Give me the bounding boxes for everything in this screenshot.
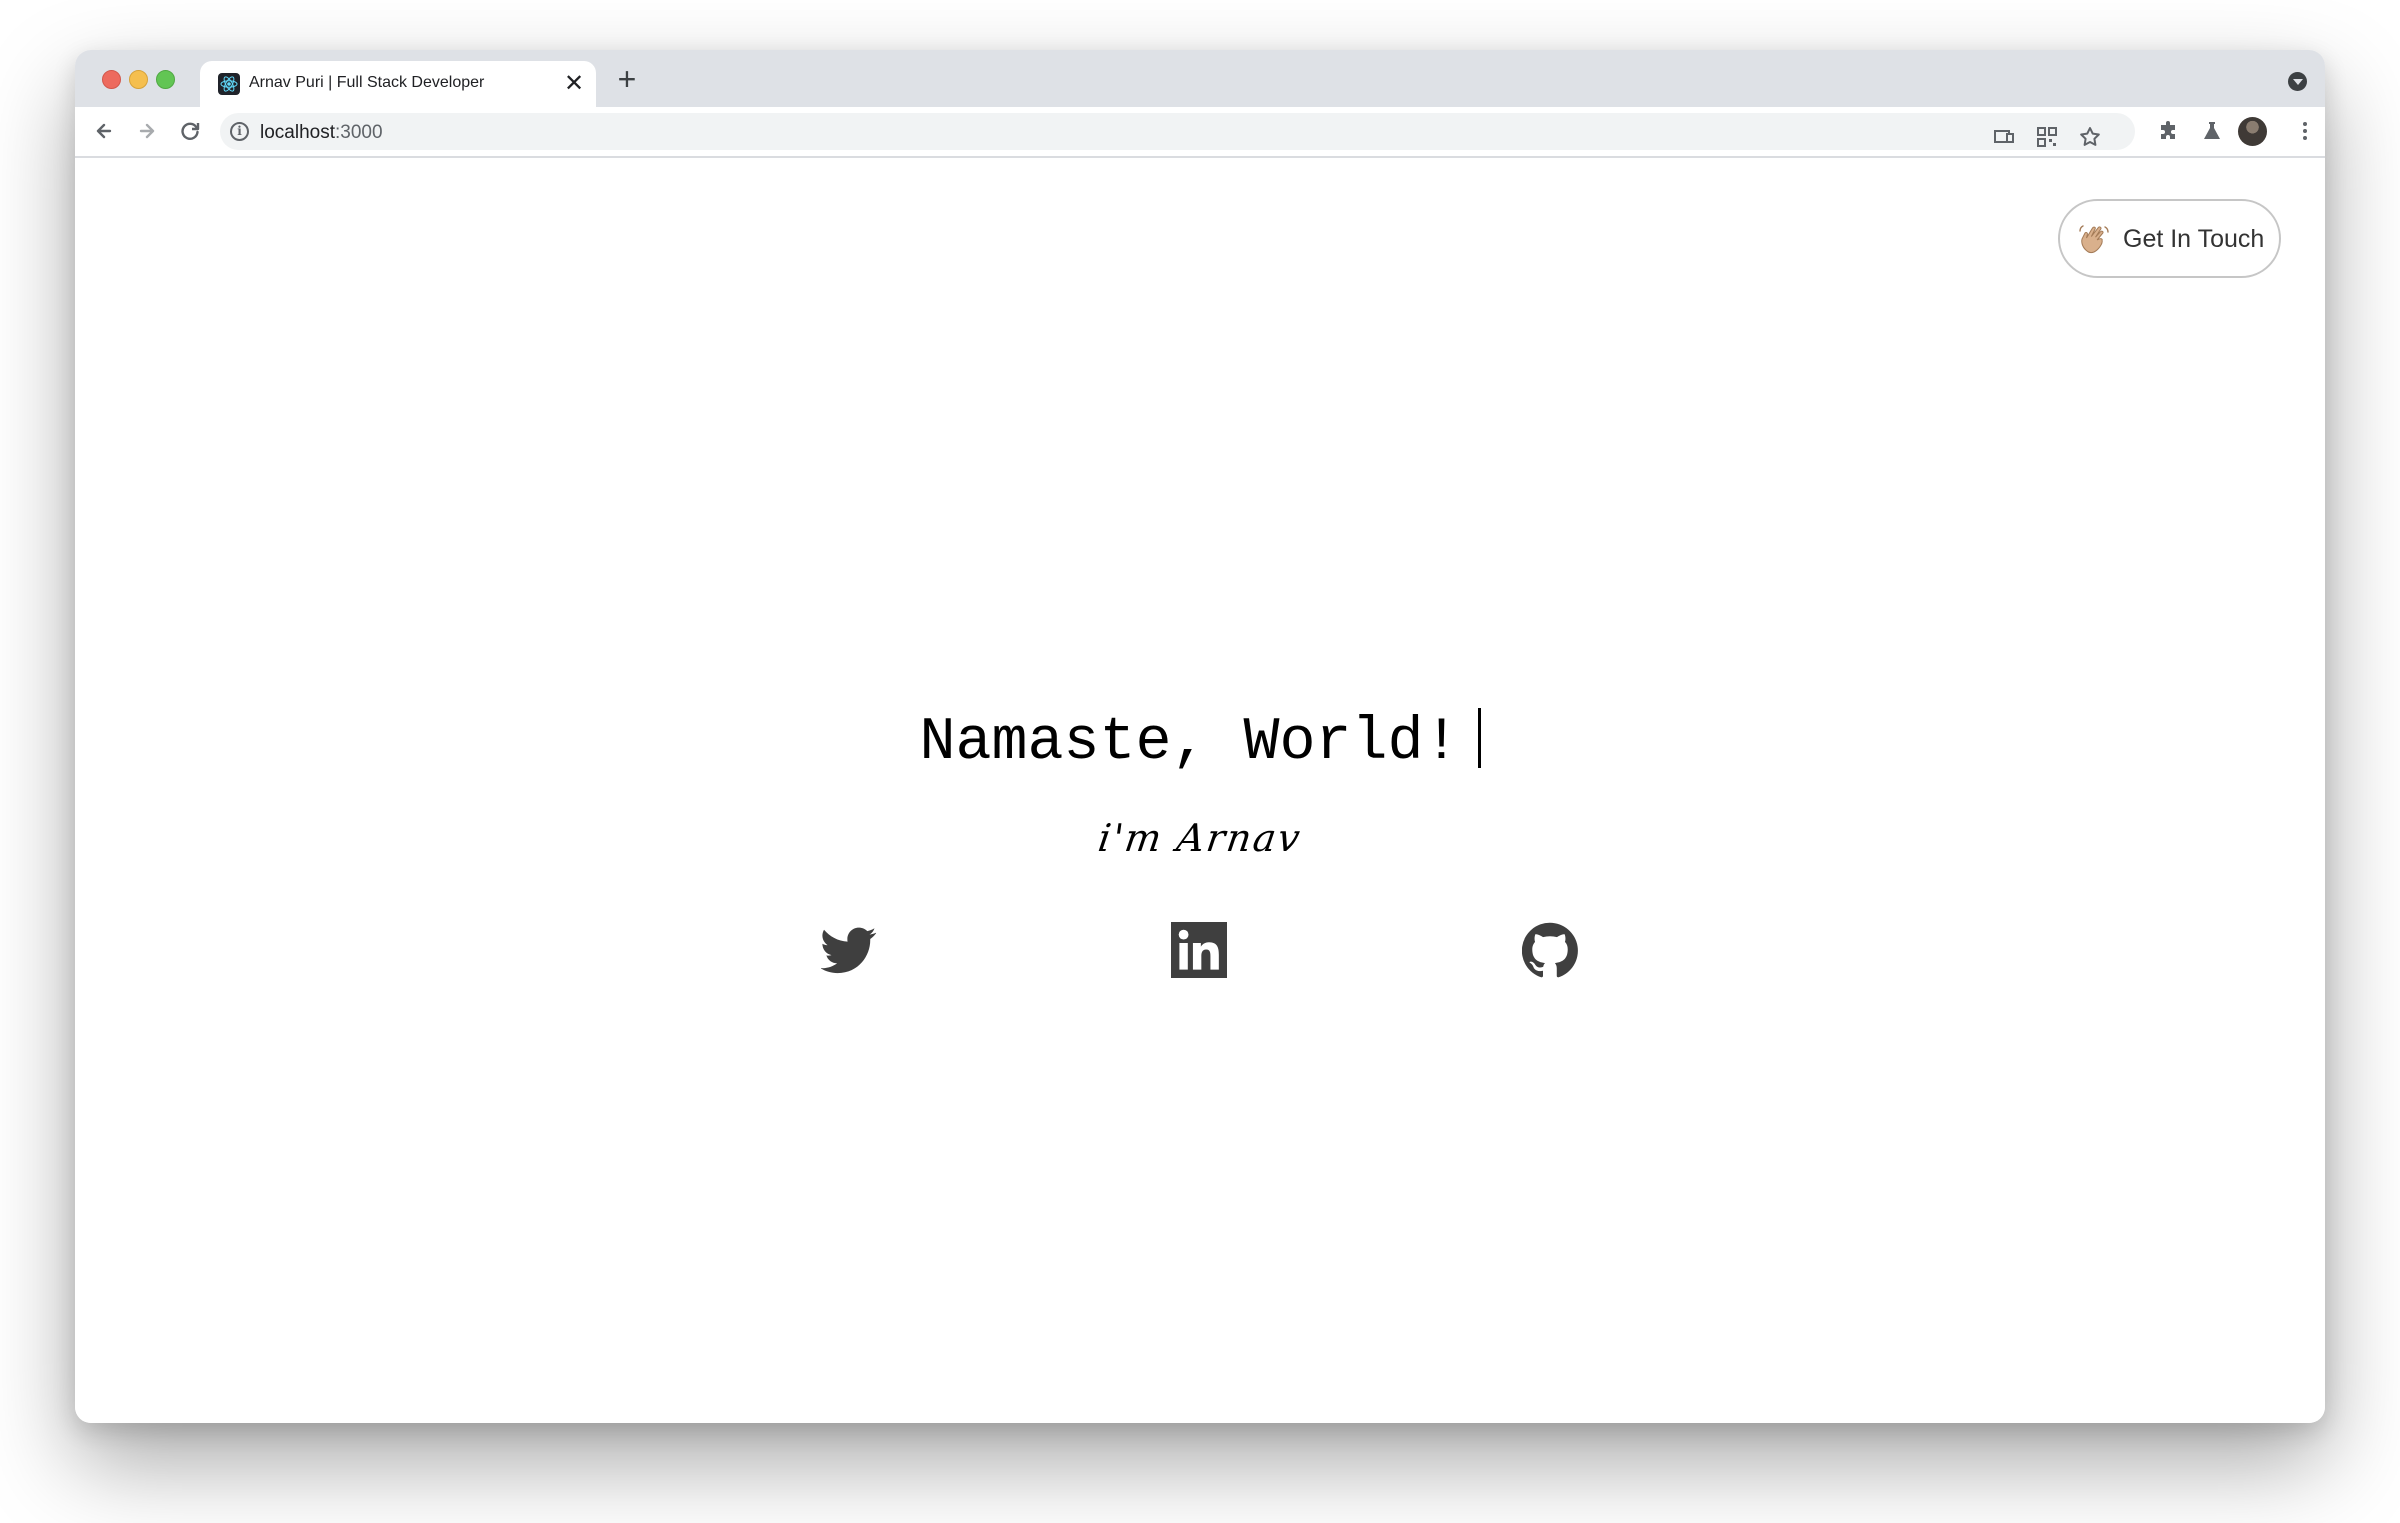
github-link[interactable] — [1521, 922, 1578, 978]
browser-toolbar: i localhost:3000 — [75, 107, 2325, 158]
hero-subtitle: i'm Arnav — [1095, 816, 1305, 860]
url-host: localhost — [260, 122, 335, 143]
back-arrow-icon[interactable] — [88, 115, 120, 147]
browser-window: Arnav Puri | Full Stack Developer ✕ + i … — [75, 50, 2325, 1423]
github-icon — [1521, 922, 1578, 978]
bookmark-star-icon[interactable] — [2078, 125, 2102, 149]
url-text: localhost:3000 — [260, 122, 383, 144]
hero-title-text: Namaste, World! — [919, 709, 1460, 777]
kebab-menu-icon[interactable] — [2293, 119, 2317, 143]
typing-cursor — [1477, 708, 1481, 768]
address-bar[interactable]: i localhost:3000 — [220, 113, 2135, 150]
tab-strip: Arnav Puri | Full Stack Developer ✕ + — [75, 50, 2325, 107]
profile-avatar[interactable] — [2238, 117, 2267, 146]
install-app-icon[interactable] — [1992, 125, 2016, 149]
react-logo-icon — [218, 73, 240, 95]
extensions-puzzle-icon[interactable] — [2157, 119, 2181, 143]
tab-title: Arnav Puri | Full Stack Developer — [249, 74, 485, 91]
twitter-icon — [820, 927, 877, 974]
window-maximize-button[interactable] — [156, 70, 175, 89]
window-minimize-button[interactable] — [129, 70, 148, 89]
reload-icon[interactable] — [174, 115, 206, 147]
browser-tab[interactable]: Arnav Puri | Full Stack Developer ✕ — [200, 61, 596, 107]
twitter-link[interactable] — [820, 922, 877, 978]
new-tab-button[interactable]: + — [612, 63, 642, 95]
tab-search-icon[interactable] — [2288, 72, 2307, 91]
site-info-icon[interactable]: i — [230, 122, 249, 141]
get-in-touch-button[interactable]: Get In Touch — [2058, 199, 2281, 278]
hero-title: Namaste, World! — [75, 708, 2325, 778]
linkedin-icon — [1171, 922, 1227, 978]
labs-flask-icon[interactable] — [2200, 119, 2224, 143]
window-close-button[interactable] — [102, 70, 121, 89]
waving-hand-icon — [2076, 221, 2112, 257]
close-tab-icon[interactable]: ✕ — [562, 72, 586, 96]
forward-arrow-icon[interactable] — [131, 115, 163, 147]
qr-code-icon[interactable] — [2035, 125, 2059, 149]
get-in-touch-label: Get In Touch — [2123, 225, 2265, 253]
linkedin-link[interactable] — [1171, 922, 1227, 978]
page-content: Get In Touch Namaste, World! i'm Arnav — [75, 158, 2325, 1423]
url-port: :3000 — [335, 122, 383, 143]
